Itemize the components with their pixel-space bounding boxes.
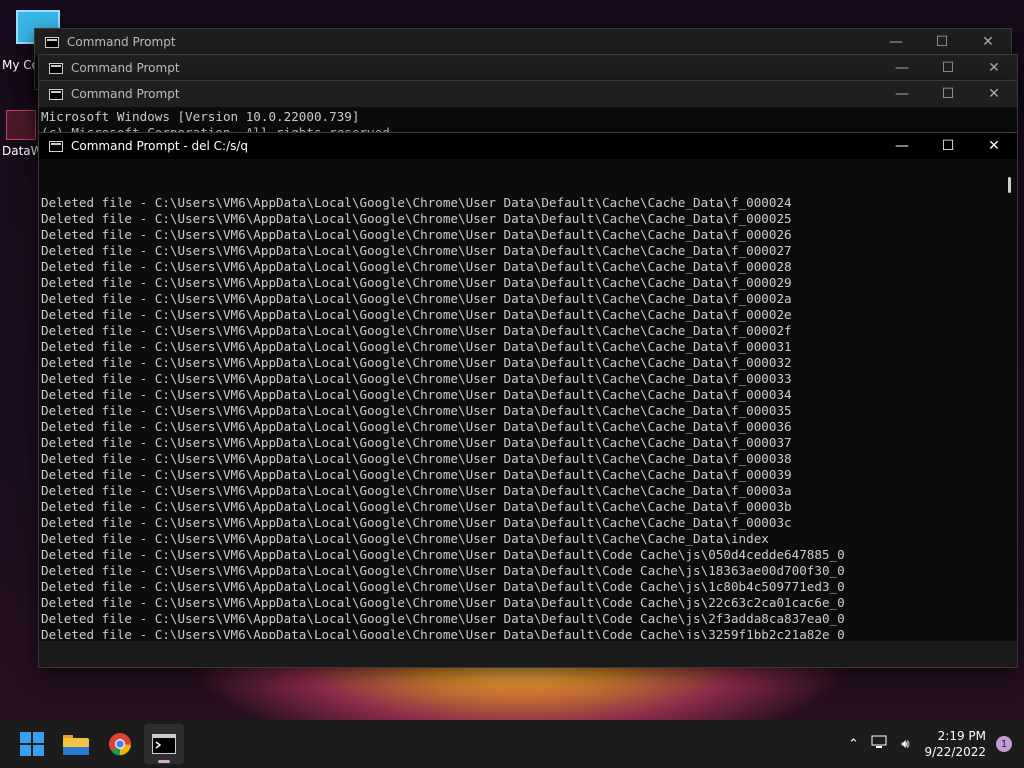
system-tray: ⌃ 🔊︎ 2:19 PM 9/22/2022 1 [840, 720, 1024, 768]
console-line: Deleted file - C:\Users\VM6\AppData\Loca… [41, 371, 792, 386]
titlebar[interactable]: Command Prompt — ☐ ✕ [39, 55, 1017, 81]
maximize-button[interactable]: ☐ [925, 55, 971, 81]
terminal-button[interactable] [144, 724, 184, 764]
chevron-up-icon[interactable]: ⌃ [840, 737, 866, 752]
close-button[interactable]: ✕ [965, 29, 1011, 55]
maximize-button[interactable]: ☐ [925, 133, 971, 159]
console-line: Deleted file - C:\Users\VM6\AppData\Loca… [41, 627, 845, 639]
console-line: Deleted file - C:\Users\VM6\AppData\Loca… [41, 531, 769, 546]
clock[interactable]: 2:19 PM 9/22/2022 [924, 728, 986, 760]
file-explorer-button[interactable] [56, 724, 96, 764]
console-line: Deleted file - C:\Users\VM6\AppData\Loca… [41, 307, 792, 322]
console-lines: Deleted file - C:\Users\VM6\AppData\Loca… [41, 195, 1001, 639]
console-line: Deleted file - C:\Users\VM6\AppData\Loca… [41, 467, 792, 482]
terminal-icon [152, 734, 176, 754]
window-title: Command Prompt - del C:/s/q [71, 139, 249, 153]
chrome-icon [109, 733, 131, 756]
vertical-scrollbar[interactable] [1001, 159, 1017, 639]
console-line: Deleted file - C:\Users\VM6\AppData\Loca… [41, 387, 792, 402]
network-icon[interactable] [866, 735, 892, 753]
console-line: Deleted file - C:\Users\VM6\AppData\Loca… [41, 547, 845, 562]
console-line: Deleted file - C:\Users\VM6\AppData\Loca… [41, 451, 792, 466]
console-line: Deleted file - C:\Users\VM6\AppData\Loca… [41, 483, 792, 498]
window-title: Command Prompt [71, 61, 180, 75]
folder-icon [63, 735, 89, 755]
console-line: Deleted file - C:\Users\VM6\AppData\Loca… [41, 323, 792, 338]
clock-time: 2:19 PM [937, 729, 986, 743]
shortcut-icon [6, 110, 36, 140]
volume-icon[interactable]: 🔊︎ [892, 737, 918, 752]
window-title: Command Prompt [67, 35, 176, 49]
cmd-icon [45, 36, 59, 48]
console-output: Deleted file - C:\Users\VM6\AppData\Loca… [39, 163, 1001, 639]
console-line: Deleted file - C:\Users\VM6\AppData\Loca… [41, 211, 792, 226]
console-line: Deleted file - C:\Users\VM6\AppData\Loca… [41, 419, 792, 434]
maximize-button[interactable]: ☐ [919, 29, 965, 55]
console-line: Deleted file - C:\Users\VM6\AppData\Loca… [41, 499, 792, 514]
console-line: Deleted file - C:\Users\VM6\AppData\Loca… [41, 275, 792, 290]
chrome-button[interactable] [100, 724, 140, 764]
window-footer [39, 641, 1017, 667]
console-line: Deleted file - C:\Users\VM6\AppData\Loca… [41, 291, 792, 306]
taskbar: ⌃ 🔊︎ 2:19 PM 9/22/2022 1 [0, 720, 1024, 768]
console-line: Microsoft Windows [Version 10.0.22000.73… [41, 109, 360, 124]
console-line: Deleted file - C:\Users\VM6\AppData\Loca… [41, 195, 792, 210]
close-button[interactable]: ✕ [971, 81, 1017, 107]
windows-start-icon [20, 732, 44, 756]
cmd-window-front[interactable]: Command Prompt - del C:/s/q — ☐ ✕ Delete… [38, 132, 1018, 668]
titlebar[interactable]: Command Prompt — ☐ ✕ [39, 81, 1017, 107]
maximize-button[interactable]: ☐ [925, 81, 971, 107]
notification-badge[interactable]: 1 [996, 736, 1012, 752]
console-line: Deleted file - C:\Users\VM6\AppData\Loca… [41, 403, 792, 418]
clock-date: 9/22/2022 [924, 745, 986, 759]
cmd-icon [49, 140, 63, 152]
console-line: Deleted file - C:\Users\VM6\AppData\Loca… [41, 611, 845, 626]
close-button[interactable]: ✕ [971, 55, 1017, 81]
cmd-icon [49, 62, 63, 74]
console-line: Deleted file - C:\Users\VM6\AppData\Loca… [41, 243, 792, 258]
console-line: Deleted file - C:\Users\VM6\AppData\Loca… [41, 259, 792, 274]
console-line: Deleted file - C:\Users\VM6\AppData\Loca… [41, 435, 792, 450]
minimize-button[interactable]: — [879, 81, 925, 107]
window-title: Command Prompt [71, 87, 180, 101]
titlebar[interactable]: Command Prompt — ☐ ✕ [35, 29, 1011, 55]
console-line: Deleted file - C:\Users\VM6\AppData\Loca… [41, 515, 792, 530]
console-line: Deleted file - C:\Users\VM6\AppData\Loca… [41, 595, 845, 610]
minimize-button[interactable]: — [879, 133, 925, 159]
cmd-icon [49, 88, 63, 100]
minimize-button[interactable]: — [879, 55, 925, 81]
close-button[interactable]: ✕ [971, 133, 1017, 159]
minimize-button[interactable]: — [873, 29, 919, 55]
console-line: Deleted file - C:\Users\VM6\AppData\Loca… [41, 563, 845, 578]
console-line: Deleted file - C:\Users\VM6\AppData\Loca… [41, 579, 845, 594]
console-line: Deleted file - C:\Users\VM6\AppData\Loca… [41, 355, 792, 370]
scrollbar-thumb[interactable] [1008, 177, 1011, 193]
start-button[interactable] [12, 724, 52, 764]
titlebar[interactable]: Command Prompt - del C:/s/q — ☐ ✕ [39, 133, 1017, 159]
console-line: Deleted file - C:\Users\VM6\AppData\Loca… [41, 227, 792, 242]
console-line: Deleted file - C:\Users\VM6\AppData\Loca… [41, 339, 792, 354]
